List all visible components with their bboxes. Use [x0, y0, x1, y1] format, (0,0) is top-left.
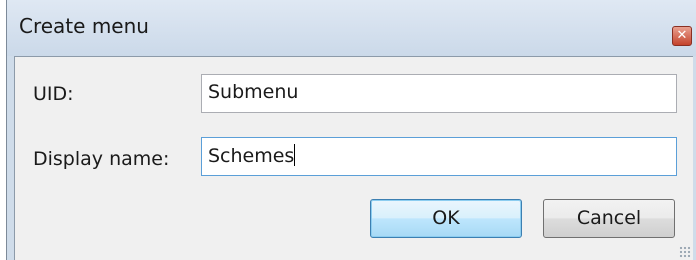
resize-grip[interactable]: [679, 246, 691, 258]
close-icon: ✕: [676, 28, 688, 43]
dialog-content: UID: Submenu Display name: Schemes OK Ca…: [14, 56, 693, 260]
uid-input[interactable]: Submenu: [201, 74, 677, 113]
dialog-title: Create menu: [19, 14, 149, 38]
close-button[interactable]: ✕: [672, 26, 692, 46]
display-name-input[interactable]: Schemes: [201, 137, 677, 176]
title-bar[interactable]: Create menu ✕: [7, 0, 696, 56]
dialog-window: Create menu ✕ UID: Submenu Display name:…: [6, 0, 696, 260]
cancel-button[interactable]: Cancel: [543, 199, 675, 238]
uid-value: Submenu: [208, 81, 299, 103]
display-name-value: Schemes: [208, 145, 295, 167]
ok-button[interactable]: OK: [370, 199, 522, 238]
uid-label: UID:: [33, 83, 74, 105]
display-name-label: Display name:: [33, 148, 170, 170]
text-caret: [294, 144, 296, 166]
